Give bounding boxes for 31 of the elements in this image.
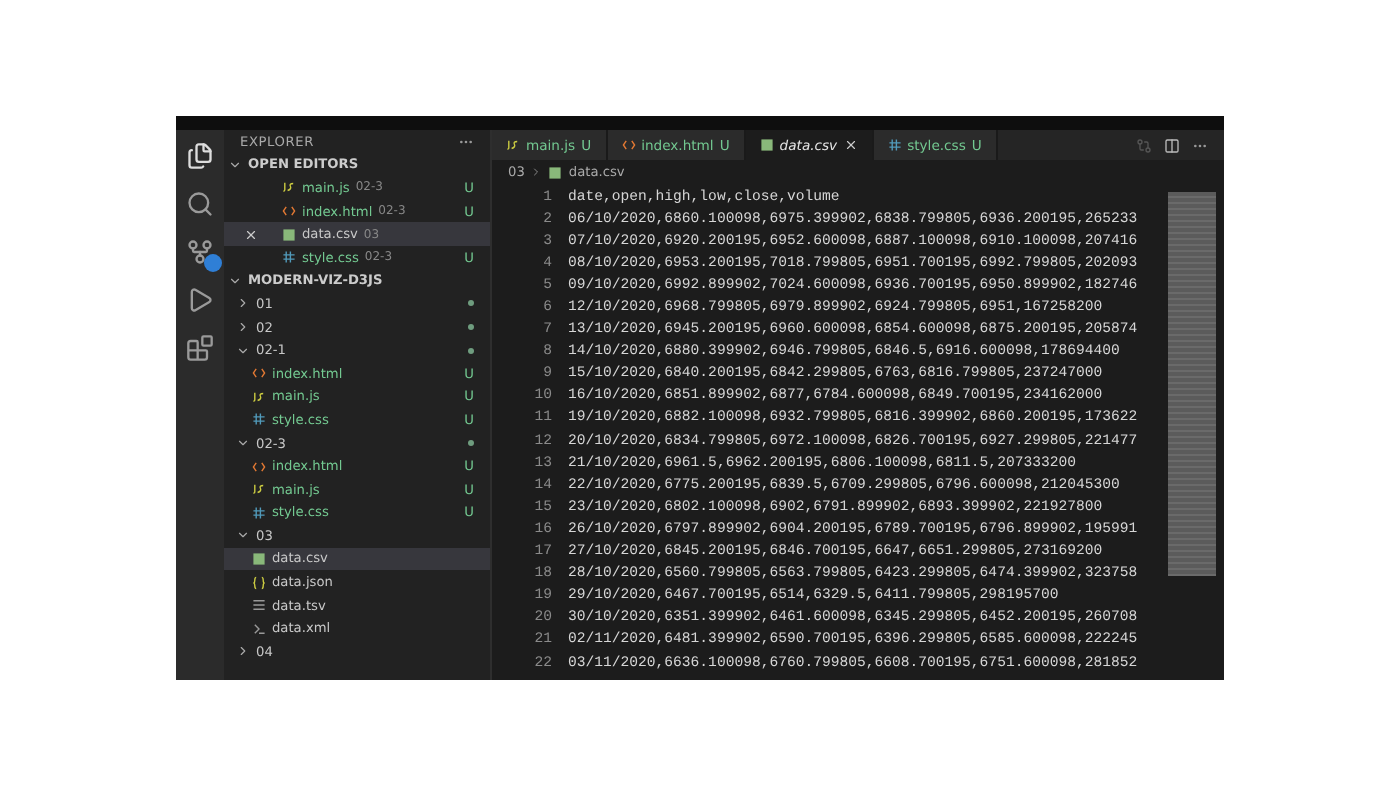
close-icon[interactable] [244, 227, 258, 242]
files-icon[interactable] [186, 142, 214, 170]
blocks-icon[interactable] [186, 334, 214, 362]
file-icon [252, 366, 266, 381]
branch-icon[interactable] [186, 238, 214, 266]
chevron-down-icon[interactable] [228, 273, 242, 288]
close-icon[interactable] [843, 138, 858, 152]
file-icon [252, 551, 266, 566]
file-icon [621, 138, 636, 152]
file-icon [282, 250, 296, 265]
file-icon [252, 482, 266, 497]
file-icon [252, 459, 266, 474]
file-icon [252, 598, 266, 613]
search-icon[interactable] [186, 190, 214, 218]
play-icon[interactable] [186, 286, 214, 314]
file-icon [548, 165, 563, 179]
notification-badge [204, 254, 222, 272]
file-icon [282, 180, 296, 195]
file-icon [282, 204, 296, 219]
file-icon [252, 505, 266, 520]
file-icon [252, 389, 266, 404]
file-icon [887, 138, 902, 152]
file-icon [252, 412, 266, 427]
file-icon [252, 575, 266, 590]
chevron-down-icon[interactable] [228, 157, 242, 172]
file-icon [282, 227, 296, 242]
chevron-right-icon [530, 166, 543, 178]
file-icon [759, 138, 774, 152]
split-icon[interactable] [1164, 137, 1180, 153]
file-icon [506, 138, 520, 152]
file-icon [252, 621, 266, 636]
